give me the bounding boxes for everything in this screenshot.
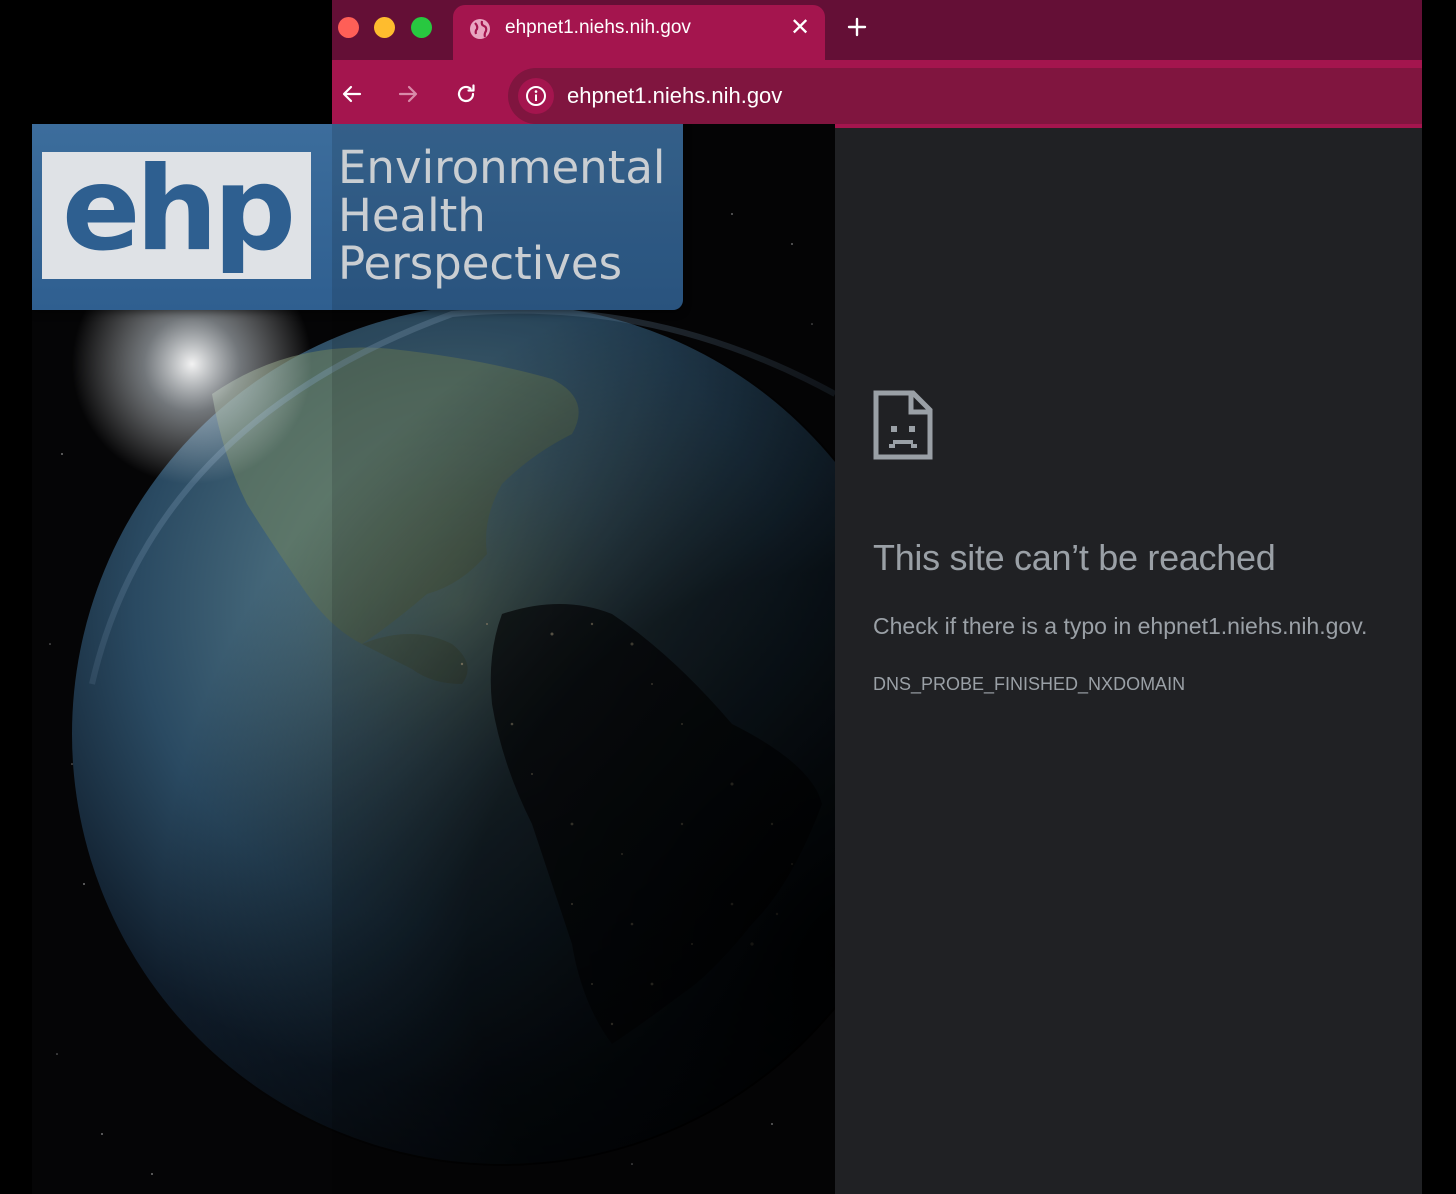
back-arrow-icon[interactable] (340, 82, 364, 106)
info-icon (526, 86, 546, 106)
url-text: ehpnet1.niehs.nih.gov (567, 83, 783, 108)
ehp-cover-image: ehp Environmental Health Perspectives (32, 124, 835, 1194)
site-info-button[interactable] (518, 78, 554, 114)
sad-document-icon (873, 390, 933, 460)
ehp-name-line: Environmental (338, 141, 666, 194)
error-code: DNS_PROBE_FINISHED_NXDOMAIN (873, 674, 1186, 694)
new-tab-plus-icon[interactable] (844, 14, 870, 40)
active-tab[interactable]: ehpnet1.niehs.nih.gov ✕ (453, 5, 825, 61)
ehp-name-line: Perspectives (338, 237, 623, 290)
globe-icon (470, 19, 490, 39)
maximize-window-button[interactable] (411, 17, 432, 38)
ehp-logo: ehp (42, 142, 311, 279)
address-bar[interactable]: ehpnet1.niehs.nih.gov (508, 68, 1422, 124)
close-window-button[interactable] (338, 17, 359, 38)
toolbar: ehpnet1.niehs.nih.gov (332, 60, 1422, 194)
error-title: This site can’t be reached (873, 537, 1276, 578)
tab-strip: ehpnet1.niehs.nih.gov ✕ (332, 0, 1422, 61)
forward-arrow-icon[interactable] (396, 82, 420, 106)
error-detail: Check if there is a typo in ehpnet1.nieh… (873, 613, 1368, 639)
close-tab-icon[interactable]: ✕ (789, 16, 811, 40)
minimize-window-button[interactable] (374, 17, 395, 38)
reload-icon[interactable] (454, 82, 478, 106)
ehp-journal-banner: ehp Environmental Health Perspectives (32, 124, 683, 310)
ehp-logo-text: ehp (61, 142, 296, 277)
ehp-name-line: Health (338, 189, 486, 242)
ehp-journal-name: Environmental Health Perspectives (338, 144, 665, 288)
tab-title: ehpnet1.niehs.nih.gov (505, 17, 691, 38)
